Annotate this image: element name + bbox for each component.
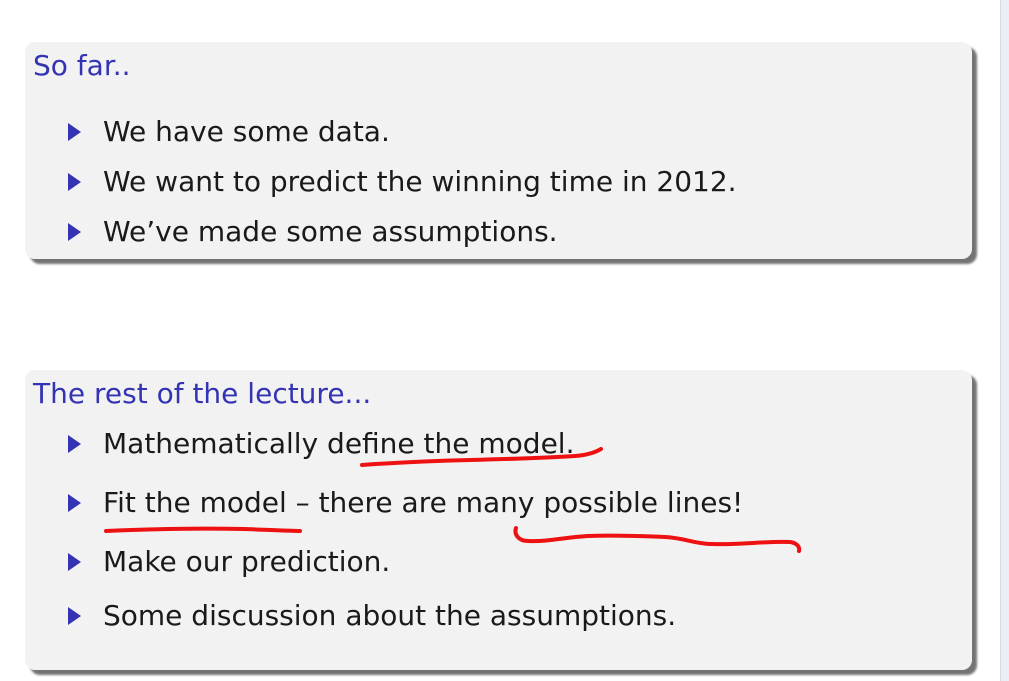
block-title: The rest of the lecture... <box>33 377 372 410</box>
triangle-bullet-icon <box>68 123 81 141</box>
list-item: Fit the model – there are many possible … <box>68 481 743 525</box>
list-item-text: Fit the model – there are many possible … <box>103 486 744 519</box>
scrollbar[interactable] <box>1000 0 1009 681</box>
list-item-text: We’ve made some assumptions. <box>103 215 558 248</box>
list-item-text: Mathematically define the model. <box>103 427 575 460</box>
block-rest-of-lecture: The rest of the lecture... Mathematicall… <box>25 370 972 670</box>
block-so-far: So far.. We have some data. We want to p… <box>25 42 972 259</box>
list-item-text: Some discussion about the assumptions. <box>103 599 677 632</box>
list-item: We’ve made some assumptions. <box>68 210 558 254</box>
list-item-text: Make our prediction. <box>103 545 391 578</box>
list-item: We have some data. <box>68 110 390 154</box>
list-item: We want to predict the winning time in 2… <box>68 160 737 204</box>
list-item-text: We have some data. <box>103 115 390 148</box>
block-title: So far.. <box>33 49 131 82</box>
list-item: Some discussion about the assumptions. <box>68 594 676 638</box>
list-item: Make our prediction. <box>68 540 390 584</box>
list-item-text: We want to predict the winning time in 2… <box>103 165 737 198</box>
triangle-bullet-icon <box>68 607 81 625</box>
slide: So far.. We have some data. We want to p… <box>0 0 1001 681</box>
triangle-bullet-icon <box>68 494 81 512</box>
triangle-bullet-icon <box>68 435 81 453</box>
list-item: Mathematically define the model. <box>68 422 575 466</box>
triangle-bullet-icon <box>68 553 81 571</box>
triangle-bullet-icon <box>68 173 81 191</box>
triangle-bullet-icon <box>68 223 81 241</box>
